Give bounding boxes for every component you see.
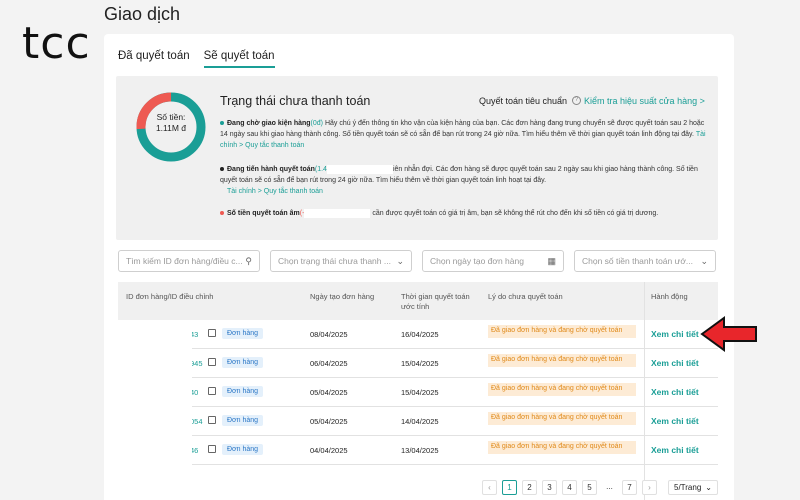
- reason-badge: Đã giao đơn hàng và đang chờ quyết toán: [488, 354, 636, 367]
- unpaid-status-panel: Số tiền: 1.11M đ Trạng thái chưa thanh t…: [116, 76, 718, 240]
- tab-settled[interactable]: Đã quyết toán: [118, 50, 190, 68]
- black-dot: [220, 167, 224, 172]
- donut-amount: 1.11M đ: [155, 123, 187, 133]
- bullet-text: cần được quyết toán có giá trị âm, bạn s…: [372, 210, 659, 217]
- view-details-link[interactable]: Xem chi tiết: [651, 416, 699, 426]
- table-row: 054 Đơn hàng 05/04/2025 14/04/2025 Đã gi…: [118, 407, 718, 436]
- reason-badge: Đã giao đơn hàng và đang chờ quyết toán: [488, 441, 636, 454]
- tcc-logo: tcc: [22, 18, 91, 69]
- view-details-link[interactable]: Xem chi tiết: [651, 358, 699, 368]
- copy-icon[interactable]: [208, 387, 216, 395]
- estimated-settlement-date: 15/04/2025: [401, 359, 439, 368]
- view-details-link[interactable]: Xem chi tiết: [651, 445, 699, 455]
- amount-placeholder: Chọn số tiền thanh toán ướ...: [582, 256, 693, 266]
- teal-dot: [220, 121, 224, 126]
- bullet-bold: Đang chờ giao kiện hàng: [227, 120, 311, 127]
- estimated-amount-select[interactable]: Chọn số tiền thanh toán ướ... ⌄: [574, 250, 716, 272]
- unpaid-status-select[interactable]: Chọn trạng thái chưa thanh ... ⌄: [270, 250, 412, 272]
- header-action: Hành động: [651, 292, 688, 301]
- page-4-button[interactable]: 4: [562, 480, 577, 495]
- header-reason: Lý do chưa quyết toán: [488, 292, 563, 301]
- order-type-badge: Đơn hàng: [222, 444, 264, 455]
- date-placeholder: Chọn ngày tạo đơn hàng: [430, 256, 524, 266]
- bullet-in-progress: Đang tiến hành quyết toán(1.4 iên nhẫn đợ…: [220, 164, 706, 197]
- status-placeholder: Chọn trạng thái chưa thanh ...: [278, 256, 391, 266]
- table-row: 945 Đơn hàng 06/04/2025 15/04/2025 Đã gi…: [118, 349, 718, 378]
- finance-rules-link[interactable]: Tài chính > Quy tắc thanh toán: [220, 186, 706, 197]
- order-type-badge: Đơn hàng: [222, 386, 264, 397]
- order-type-badge: Đơn hàng: [222, 357, 264, 368]
- action-column-divider: [644, 282, 645, 500]
- chevron-down-icon: ⌄: [700, 256, 708, 266]
- check-shop-performance-link[interactable]: Kiểm tra hiệu suất cửa hàng >: [584, 96, 705, 106]
- bullet-extra: (0đ): [310, 120, 323, 127]
- help-icon[interactable]: ?: [572, 96, 581, 105]
- copy-icon[interactable]: [208, 329, 216, 337]
- transactions-card: Đã quyết toán Sẽ quyết toán Số tiền: 1.1…: [104, 34, 734, 500]
- page-7-button[interactable]: 7: [622, 480, 637, 495]
- page-size-select[interactable]: 5/Trang ⌄: [668, 480, 718, 495]
- created-date: 04/04/2025: [310, 446, 348, 455]
- calendar-icon: ▦: [547, 256, 556, 266]
- page-5-button[interactable]: 5: [582, 480, 597, 495]
- copy-icon[interactable]: [208, 416, 216, 424]
- red-dot: [220, 211, 224, 216]
- chevron-down-icon: ⌄: [705, 483, 712, 492]
- page-3-button[interactable]: 3: [542, 480, 557, 495]
- view-details-link[interactable]: Xem chi tiết: [651, 387, 699, 397]
- redacted-amount: [326, 164, 393, 174]
- search-icon: ⚲: [245, 256, 252, 266]
- red-arrow-annotation-action: [700, 316, 757, 352]
- created-date: 05/04/2025: [310, 388, 348, 397]
- header-order-id: ID đơn hàng/ID điều chỉnh: [126, 292, 214, 301]
- bullet-negative-amount: Số tiền quyết toán âm(- cần được quyết t…: [220, 208, 706, 219]
- page-title: Giao dịch: [104, 4, 181, 24]
- order-type-badge: Đơn hàng: [222, 328, 264, 339]
- created-date: 05/04/2025: [310, 417, 348, 426]
- copy-icon[interactable]: [208, 358, 216, 366]
- redacted-amount: [304, 208, 371, 218]
- search-placeholder: Tìm kiếm ID đơn hàng/điều c...: [126, 256, 243, 266]
- page-1-button[interactable]: 1: [502, 480, 517, 495]
- bullet-awaiting-delivery: Đang chờ giao kiện hàng(0đ) Hãy chú ý đế…: [220, 118, 706, 151]
- settlement-tabs: Đã quyết toán Sẽ quyết toán: [118, 50, 275, 68]
- estimated-settlement-date: 15/04/2025: [401, 388, 439, 397]
- reason-badge: Đã giao đơn hàng và đang chờ quyết toán: [488, 412, 636, 425]
- estimated-settlement-date: 13/04/2025: [401, 446, 439, 455]
- page-2-button[interactable]: 2: [522, 480, 537, 495]
- bullet-bold: Đang tiến hành quyết toán: [227, 166, 315, 173]
- header-created-date: Ngày tạo đơn hàng: [310, 292, 375, 301]
- created-date: 06/04/2025: [310, 359, 348, 368]
- standard-settlement-label: Quyết toán tiêu chuẩn: [479, 96, 568, 106]
- order-type-badge: Đơn hàng: [222, 415, 264, 426]
- pagination: ‹ 1 2 3 4 5 ... 7 › 5/Trang ⌄: [482, 480, 718, 495]
- prev-page-button[interactable]: ‹: [482, 480, 497, 495]
- page-size-label: 5/Trang: [674, 483, 702, 492]
- bullet-extra: (1.4: [314, 166, 327, 173]
- status-title: Trạng thái chưa thanh toán: [220, 94, 371, 108]
- table-header: ID đơn hàng/ID điều chỉnh Ngày tạo đơn h…: [118, 282, 718, 320]
- donut-label: Số tiền:: [156, 112, 186, 122]
- reason-badge: Đã giao đơn hàng và đang chờ quyết toán: [488, 325, 636, 338]
- header-estimated-settlement: Thời gian quyết toán ước tính: [401, 292, 470, 311]
- redacted-id-column: [118, 320, 192, 500]
- table-row: 43 Đơn hàng 08/04/2025 16/04/2025 Đã gia…: [118, 320, 718, 349]
- reason-badge: Đã giao đơn hàng và đang chờ quyết toán: [488, 383, 636, 396]
- table-row: 46 Đơn hàng 04/04/2025 13/04/2025 Đã gia…: [118, 436, 718, 465]
- order-date-picker[interactable]: Chọn ngày tạo đơn hàng ▦: [422, 250, 564, 272]
- next-page-button[interactable]: ›: [642, 480, 657, 495]
- view-details-link[interactable]: Xem chi tiết: [651, 329, 699, 339]
- copy-icon[interactable]: [208, 445, 216, 453]
- bullet-bold: Số tiền quyết toán âm: [227, 210, 300, 217]
- chevron-down-icon: ⌄: [396, 256, 404, 266]
- donut-amount-text: Số tiền: 1.11M đ: [134, 112, 208, 134]
- filter-bar: Tìm kiếm ID đơn hàng/điều c... ⚲ Chọn tr…: [118, 250, 716, 272]
- table-row: 40 Đơn hàng 05/04/2025 15/04/2025 Đã gia…: [118, 378, 718, 407]
- pagination-ellipsis: ...: [606, 482, 613, 491]
- created-date: 08/04/2025: [310, 330, 348, 339]
- estimated-settlement-date: 14/04/2025: [401, 417, 439, 426]
- estimated-settlement-date: 16/04/2025: [401, 330, 439, 339]
- search-order-input[interactable]: Tìm kiếm ID đơn hàng/điều c... ⚲: [118, 250, 260, 272]
- tab-to-be-settled[interactable]: Sẽ quyết toán: [203, 50, 275, 68]
